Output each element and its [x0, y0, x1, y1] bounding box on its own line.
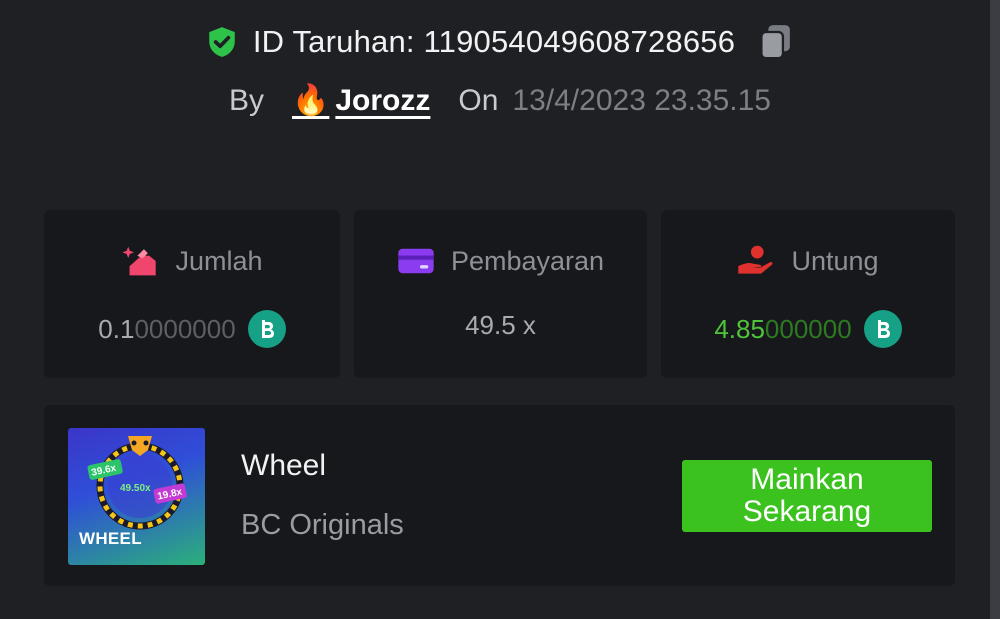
bc-coin-icon [863, 310, 902, 348]
amount-value-strong: 0.1 [98, 313, 135, 344]
bet-id-text: ID Taruhan: 119054049608728656 [252, 24, 736, 59]
game-thumbnail[interactable]: 39.6x 49.50x 19.8x WHEEL [68, 428, 205, 565]
profit-card: Untung 4.85000000 [661, 210, 955, 378]
on-label: On [458, 84, 499, 117]
profit-hand-icon [738, 245, 773, 274]
game-card: 39.6x 49.50x 19.8x WHEEL Wheel BC Origin… [44, 405, 955, 586]
amount-value: 0.10000000 [44, 310, 340, 348]
amount-label: Jumlah [175, 245, 263, 276]
by-label: By [229, 84, 265, 117]
bet-amount-icon [122, 246, 157, 276]
copy-icon[interactable] [757, 22, 795, 62]
play-now-button[interactable]: Mainkan Sekarang [682, 460, 932, 532]
profit-value-faint: 000000 [764, 313, 852, 344]
payout-label: Pembayaran [450, 245, 605, 276]
fire-icon: 🔥 [292, 84, 330, 117]
profit-value: 4.85000000 [661, 310, 955, 348]
shield-check-icon [209, 27, 235, 57]
bet-meta-row: By 🔥 Jorozz On 13/4/2023 23.35.15 [0, 84, 1000, 118]
payout-header: Pembayaran [354, 244, 647, 278]
game-provider: BC Originals [241, 509, 404, 541]
amount-value-faint: 0000000 [134, 313, 236, 344]
username-link[interactable]: 🔥 Jorozz [292, 84, 430, 118]
thumb-title: WHEEL [79, 529, 142, 548]
game-name[interactable]: Wheel [241, 449, 326, 483]
payout-value-row: 49.5 x [354, 310, 647, 341]
bet-date: 13/4/2023 23.35.15 [512, 84, 771, 117]
payout-value: 49.5 x [465, 310, 536, 340]
username: Jorozz [335, 84, 431, 117]
bc-coin-icon [247, 310, 286, 348]
card-icon [398, 248, 434, 274]
payout-card: Pembayaran 49.5 x [354, 210, 647, 378]
amount-header: Jumlah [44, 244, 340, 278]
profit-label: Untung [791, 245, 879, 276]
profit-value-strong: 4.85 [714, 313, 765, 344]
bet-id-row: ID Taruhan: 119054049608728656 [0, 22, 1000, 62]
thumb-multiplier-2: 49.50x [120, 483, 151, 494]
amount-card: Jumlah 0.10000000 [44, 210, 340, 378]
profit-header: Untung [661, 244, 955, 278]
